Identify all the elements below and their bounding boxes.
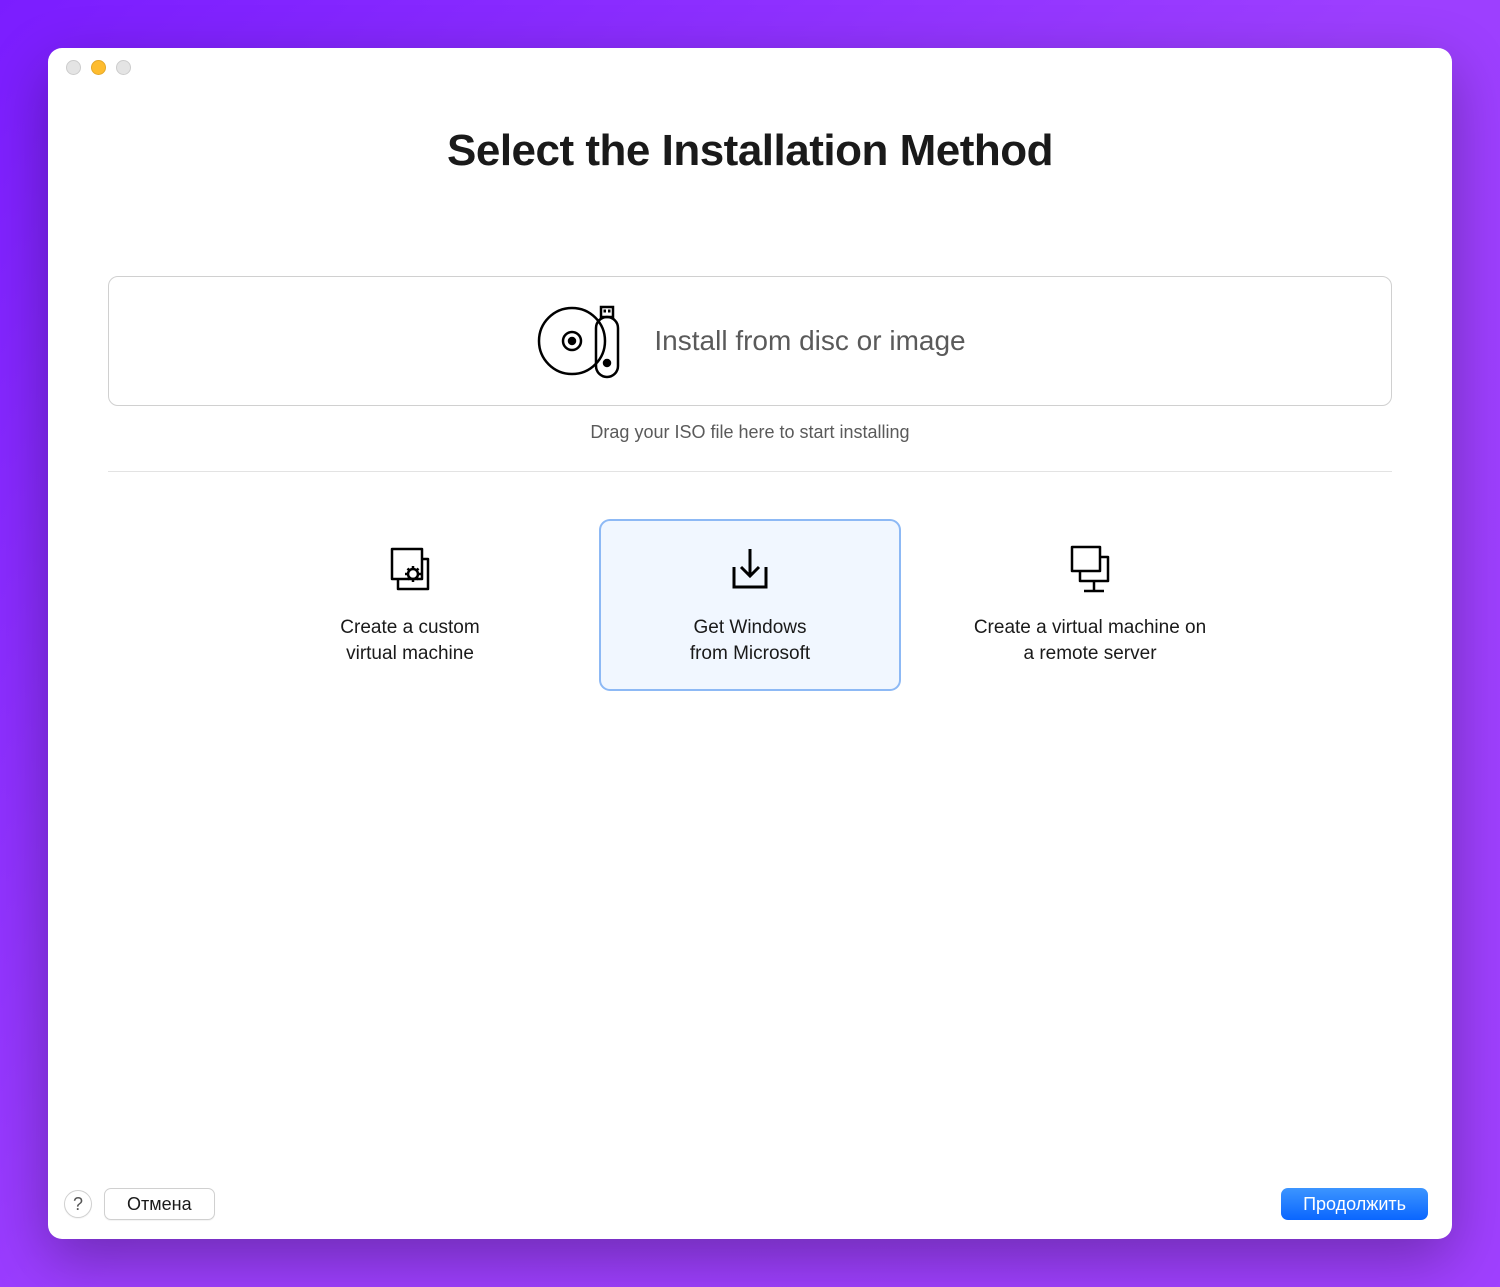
option-custom-vm[interactable]: Create a custom virtual machine — [260, 520, 560, 690]
minimize-window-button[interactable] — [91, 60, 106, 75]
option-label: Create a custom virtual machine — [340, 615, 479, 666]
content-area: Select the Installation Method Install f… — [48, 86, 1452, 1169]
page-title: Select the Installation Method — [447, 126, 1053, 176]
dropzone-hint: Drag your ISO file here to start install… — [590, 422, 909, 443]
option-label: Create a virtual machine on a remote ser… — [974, 615, 1206, 666]
close-window-button[interactable] — [66, 60, 81, 75]
download-icon — [724, 543, 776, 595]
divider — [108, 471, 1392, 472]
install-from-disc-dropzone[interactable]: Install from disc or image — [108, 276, 1392, 406]
remote-vm-icon — [1064, 543, 1116, 595]
option-get-windows[interactable]: Get Windows from Microsoft — [600, 520, 900, 690]
option-remote-vm[interactable]: Create a virtual machine on a remote ser… — [940, 520, 1240, 690]
titlebar — [48, 48, 1452, 86]
option-label: Get Windows from Microsoft — [690, 615, 810, 666]
continue-button[interactable]: Продолжить — [1281, 1188, 1428, 1220]
installer-window: Select the Installation Method Install f… — [48, 48, 1452, 1239]
options-row: Create a custom virtual machine Get Wind… — [108, 520, 1392, 690]
dropzone-label: Install from disc or image — [654, 325, 965, 357]
disc-usb-icon — [534, 301, 630, 381]
footer: ? Отмена Продолжить — [48, 1169, 1452, 1239]
maximize-window-button[interactable] — [116, 60, 131, 75]
custom-vm-icon — [384, 543, 436, 595]
cancel-button[interactable]: Отмена — [104, 1188, 215, 1220]
help-button[interactable]: ? — [64, 1190, 92, 1218]
